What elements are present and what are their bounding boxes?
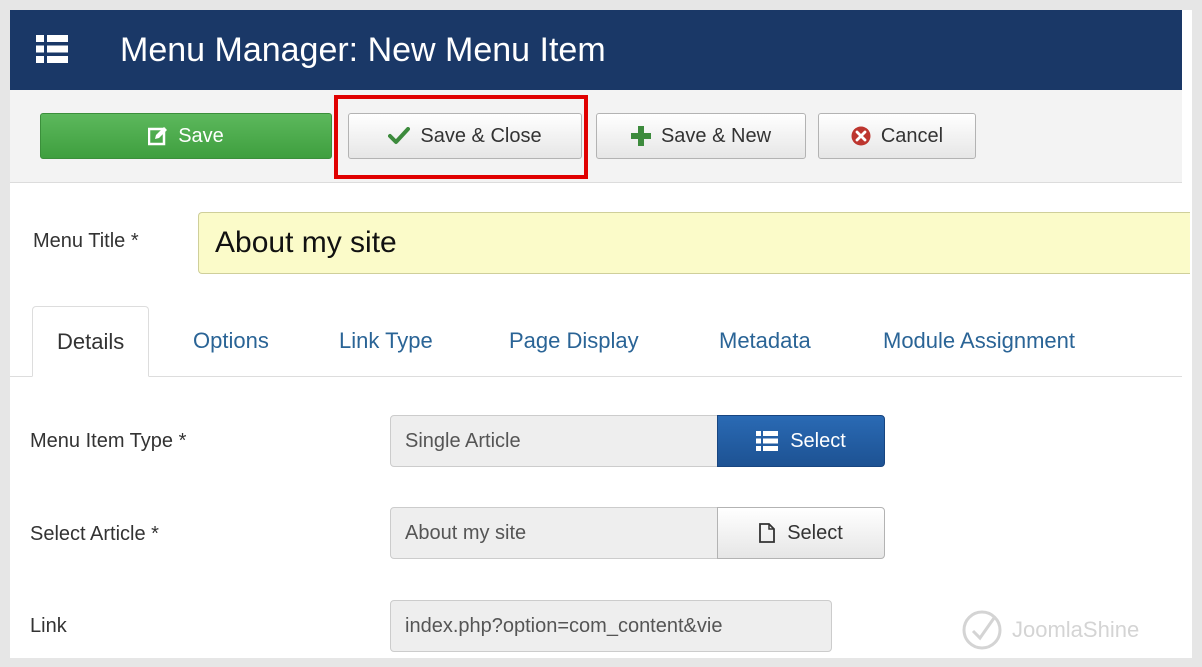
plus-icon bbox=[630, 126, 651, 146]
frame-border-right bbox=[1192, 0, 1202, 667]
cancel-label: Cancel bbox=[880, 124, 944, 147]
save-and-close-label: Save & Close bbox=[420, 124, 542, 147]
cancel-button[interactable]: Cancel bbox=[818, 113, 976, 159]
save-and-close-button[interactable]: Save & Close bbox=[348, 113, 582, 159]
check-icon bbox=[388, 127, 411, 144]
tab-metadata[interactable]: Metadata bbox=[719, 306, 811, 376]
select-article-field: About my site bbox=[390, 507, 720, 559]
tab-options[interactable]: Options bbox=[193, 306, 269, 376]
file-icon bbox=[759, 523, 776, 543]
select-article-button-label: Select bbox=[787, 521, 843, 544]
save-and-new-button[interactable]: Save & New bbox=[596, 113, 806, 159]
toolbar: Save Save & Close Save & New Cancel bbox=[10, 90, 1182, 183]
cancel-icon bbox=[851, 126, 871, 146]
save-button[interactable]: Save bbox=[40, 113, 332, 159]
list-icon bbox=[36, 35, 68, 63]
menu-item-type-select-button[interactable]: Select bbox=[717, 415, 885, 467]
joomlashine-logo-icon bbox=[962, 610, 1002, 650]
tab-bar: Details Options Link Type Page Display M… bbox=[10, 306, 1182, 377]
menu-title-label: Menu Title * bbox=[33, 230, 139, 252]
select-article-button[interactable]: Select bbox=[717, 507, 885, 559]
tab-details[interactable]: Details bbox=[32, 306, 150, 377]
link-field: index.php?option=com_content&vie bbox=[390, 600, 832, 652]
edit-icon bbox=[148, 127, 168, 146]
watermark: JoomlaShine bbox=[960, 608, 1139, 652]
tab-page-display[interactable]: Page Display bbox=[509, 306, 639, 376]
tab-link-type[interactable]: Link Type bbox=[339, 306, 433, 376]
menu-item-type-label: Menu Item Type * bbox=[30, 430, 187, 452]
watermark-text: JoomlaShine bbox=[1012, 617, 1140, 642]
save-and-new-label: Save & New bbox=[660, 124, 772, 147]
tab-module-assignment[interactable]: Module Assignment bbox=[883, 306, 1075, 376]
menu-title-input[interactable] bbox=[198, 212, 1190, 274]
save-label: Save bbox=[178, 124, 224, 147]
select-article-label: Select Article * bbox=[30, 523, 159, 545]
frame-border-top bbox=[0, 0, 1202, 10]
link-label: Link bbox=[30, 615, 67, 637]
frame-border-bottom bbox=[0, 658, 1202, 667]
list-icon bbox=[756, 431, 779, 451]
page-title: Menu Manager: New Menu Item bbox=[120, 31, 606, 69]
page-header: Menu Manager: New Menu Item bbox=[10, 10, 1182, 90]
menu-item-type-field: Single Article bbox=[390, 415, 720, 467]
menu-item-type-select-label: Select bbox=[790, 429, 846, 452]
frame-border-left bbox=[0, 0, 10, 667]
